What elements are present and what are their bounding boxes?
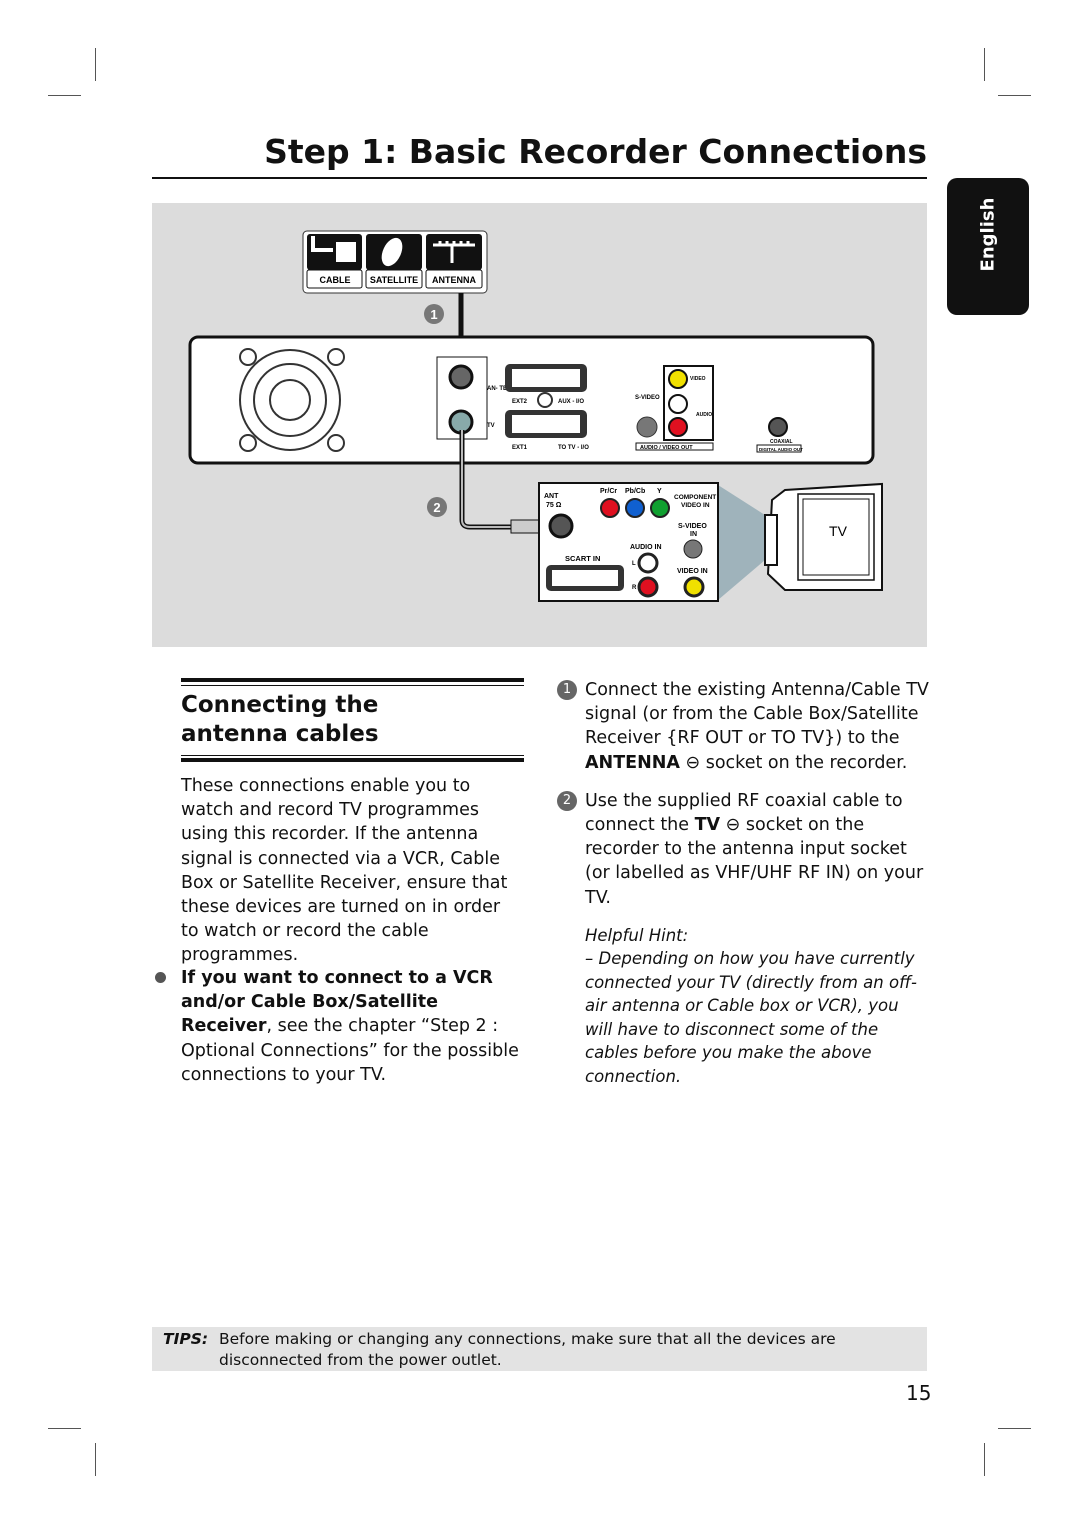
component-pr-socket — [600, 498, 620, 518]
svg-text:Pb/Cb: Pb/Cb — [625, 488, 645, 495]
heading-rule-bottom — [181, 758, 524, 762]
crop-mark — [95, 1443, 96, 1476]
step-text-end: socket on the recorder. — [700, 752, 908, 773]
satellite-icon — [366, 234, 422, 270]
crop-mark — [984, 48, 985, 81]
cable-icon — [307, 234, 362, 270]
step-bold: TV — [694, 815, 721, 836]
heading-rule-top-thin — [181, 685, 524, 686]
svg-text:L: L — [632, 561, 636, 567]
tv-beam — [718, 485, 765, 600]
intro-paragraph: These connections enable you to watch an… — [181, 776, 508, 966]
hint-text: – Depending on how you have currently co… — [585, 949, 917, 1086]
antenna-symbol-icon: ⊖ — [725, 815, 741, 836]
svg-text:AUDIO IN: AUDIO IN — [630, 544, 662, 551]
svg-text:1: 1 — [430, 307, 437, 322]
svg-text:IN: IN — [690, 531, 697, 538]
scart-ext1 — [505, 410, 587, 438]
source-label-antenna: ANTENNA — [432, 275, 476, 285]
antenna-symbol-icon: ⊖ — [685, 752, 701, 773]
heading-rule-bottom-thin — [181, 755, 524, 756]
crop-mark — [95, 48, 96, 81]
antenna-socket — [448, 364, 474, 390]
digital-out-label: DIGITAL AUDIO OUT — [759, 447, 803, 452]
svg-text:Pr/Cr: Pr/Cr — [600, 488, 617, 495]
crop-mark — [984, 1443, 985, 1476]
to-tv-label: TO TV - I/O — [558, 445, 589, 451]
tv-audio-right-socket — [637, 576, 659, 598]
component-pb-socket — [625, 498, 645, 518]
svideo-out-socket — [636, 416, 658, 438]
scart-ext2 — [505, 364, 587, 392]
section-heading: Connecting the antenna cables — [181, 692, 379, 747]
svideo-out-label: S-VIDEO — [635, 395, 660, 401]
step-number: 1 — [557, 680, 577, 700]
tv-socket-label: TV — [487, 423, 495, 429]
page-number: 15 — [906, 1381, 932, 1405]
tv-antenna-socket — [548, 513, 574, 539]
svg-text:COMPONENT: COMPONENT — [674, 494, 716, 501]
crop-mark — [998, 1428, 1031, 1429]
language-tab: English — [947, 178, 1029, 315]
crop-mark — [48, 95, 81, 96]
crop-mark — [48, 1428, 81, 1429]
svg-text:VIDEO IN: VIDEO IN — [677, 568, 708, 575]
tv-video-in-socket — [683, 576, 705, 598]
bullet-paragraph: If you want to connect to a VCR and/or C… — [181, 966, 526, 1087]
audio-out-right-socket — [668, 417, 688, 437]
step-number: 2 — [557, 790, 577, 811]
svg-text:VIDEO IN: VIDEO IN — [681, 502, 710, 509]
tv-audio-left-socket — [637, 552, 659, 574]
step-item: 2 Use the supplied RF coaxial cable to co… — [557, 789, 930, 910]
tv-icon — [764, 482, 883, 591]
connection-diagram-drawing: CABLE SATELLITE ANTENNA 1 AN- TENNA TV E… — [188, 230, 883, 602]
ext2-label: EXT2 — [512, 399, 528, 405]
ext1-label: EXT1 — [512, 445, 528, 451]
tips-text: Before making or changing any connection… — [219, 1330, 836, 1369]
svg-text:SCART IN: SCART IN — [565, 554, 600, 563]
tips-label: TIPS: — [163, 1330, 209, 1348]
page-title: Step 1: Basic Recorder Connections — [264, 132, 927, 171]
step-item: 1 Connect the existing Antenna/Cable TV s… — [557, 678, 930, 775]
tv-socket — [448, 409, 474, 435]
svg-text:R: R — [632, 585, 637, 591]
coaxial-label: COAXIAL — [770, 439, 793, 445]
audio-out-label: AUDIO — [696, 412, 712, 418]
coaxial-out-socket — [768, 417, 788, 437]
audio-out-left-socket — [668, 394, 688, 414]
bullet-icon — [155, 972, 166, 983]
video-out-socket — [668, 369, 688, 389]
antenna-icon — [426, 234, 482, 270]
svg-text:S-VIDEO: S-VIDEO — [678, 523, 707, 530]
video-out-label: VIDEO — [690, 376, 706, 382]
svg-text:75 Ω: 75 Ω — [546, 502, 562, 509]
svg-text:ANT: ANT — [544, 493, 559, 500]
step-text: Connect the existing Antenna/Cable TV si… — [585, 680, 929, 749]
component-y-socket — [650, 498, 670, 518]
title-rule — [152, 177, 927, 179]
aux-label: AUX - I/O — [558, 399, 584, 405]
hint-title: Helpful Hint: — [585, 925, 689, 945]
tv-label: TV — [829, 523, 848, 539]
steps-list: 1 Connect the existing Antenna/Cable TV s… — [557, 678, 930, 1088]
crop-mark — [998, 95, 1031, 96]
source-label-satellite: SATELLITE — [370, 275, 418, 285]
step-bold: ANTENNA — [585, 752, 680, 773]
heading-rule-top — [181, 678, 524, 682]
svg-text:2: 2 — [433, 500, 440, 515]
source-label-cable: CABLE — [320, 275, 351, 285]
av-out-label: AUDIO / VIDEO OUT — [640, 445, 693, 451]
tv-svideo-socket — [683, 539, 703, 559]
tips-bar: TIPS: Before making or changing any conn… — [152, 1327, 927, 1371]
svg-text:Y: Y — [657, 488, 662, 495]
language-label: English — [977, 197, 999, 272]
